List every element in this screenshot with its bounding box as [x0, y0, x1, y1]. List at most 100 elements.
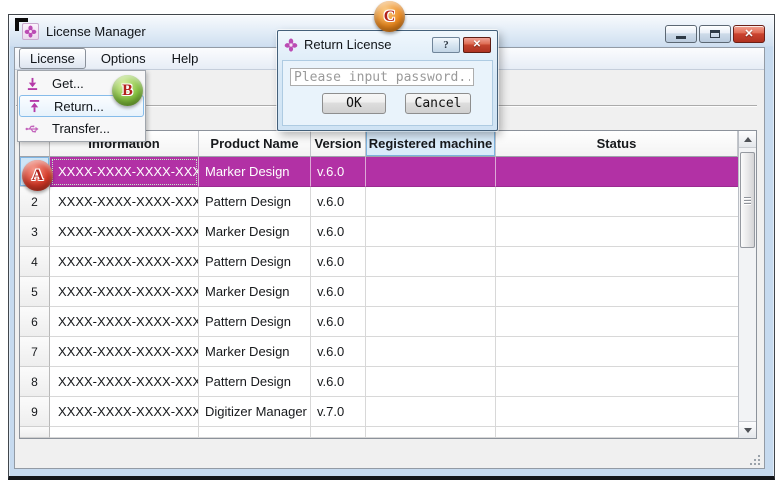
cell-product-name[interactable]: Marker Design: [199, 157, 311, 187]
cell-status[interactable]: [496, 217, 738, 247]
cell-product-name[interactable]: Pattern Design: [199, 247, 311, 277]
ok-button[interactable]: OK: [322, 93, 386, 114]
dialog-title: Return License: [304, 37, 391, 52]
row-header[interactable]: 5: [20, 277, 50, 307]
cell-information[interactable]: XXXX-XXXX-XXXX-XXXX: [50, 337, 199, 367]
window-title: License Manager: [46, 24, 146, 39]
column-header-registered-machine[interactable]: Registered machine: [366, 131, 496, 157]
empty-cell: [366, 427, 496, 438]
cell-registered-machine[interactable]: [366, 277, 496, 307]
row-header[interactable]: 2: [20, 187, 50, 217]
cell-version[interactable]: v.6.0: [311, 157, 366, 187]
arrow-down-icon: [744, 428, 752, 433]
column-header-status[interactable]: Status: [496, 131, 738, 157]
empty-cell: [50, 427, 199, 438]
row-header[interactable]: 6: [20, 307, 50, 337]
cell-registered-machine[interactable]: [366, 217, 496, 247]
corner-mark: [15, 18, 28, 31]
row-header[interactable]: 9: [20, 397, 50, 427]
menu-license[interactable]: License: [19, 48, 86, 69]
cell-product-name[interactable]: Marker Design: [199, 337, 311, 367]
resize-grip[interactable]: [749, 453, 762, 466]
cell-status[interactable]: [496, 277, 738, 307]
maximize-button[interactable]: [699, 25, 731, 43]
password-input[interactable]: [290, 68, 474, 86]
scroll-up-button[interactable]: [739, 131, 756, 148]
scrollbar-thumb[interactable]: [740, 152, 755, 248]
menu-item-label: Return...: [54, 99, 104, 114]
cell-product-name[interactable]: Marker Design: [199, 277, 311, 307]
column-header-product-name[interactable]: Product Name: [199, 131, 311, 157]
menu-options[interactable]: Options: [90, 48, 157, 69]
cell-product-name[interactable]: Digitizer Manager: [199, 397, 311, 427]
cell-version[interactable]: v.7.0: [311, 397, 366, 427]
annotation-badge-a: A: [22, 160, 53, 191]
cell-registered-machine[interactable]: [366, 247, 496, 277]
close-icon: ✕: [473, 40, 481, 50]
cell-information[interactable]: XXXX-XXXX-XXXX-XXXX: [50, 277, 199, 307]
cell-information[interactable]: XXXX-XXXX-XXXX-XXXX: [50, 187, 199, 217]
maximize-icon: [710, 30, 720, 38]
cell-registered-machine[interactable]: [366, 307, 496, 337]
cell-status[interactable]: [496, 337, 738, 367]
cell-version[interactable]: v.6.0: [311, 337, 366, 367]
cell-status[interactable]: [496, 307, 738, 337]
usb-transfer-icon: [23, 123, 41, 135]
cell-version[interactable]: v.6.0: [311, 367, 366, 397]
cell-information[interactable]: XXXX-XXXX-XXXX-XXXX: [50, 367, 199, 397]
empty-cell: [311, 427, 366, 438]
dialog-help-button[interactable]: ?: [432, 37, 460, 53]
column-header-version[interactable]: Version: [311, 131, 366, 157]
row-header[interactable]: 3: [20, 217, 50, 247]
caption-buttons: ✕: [665, 25, 765, 43]
close-button[interactable]: ✕: [733, 25, 765, 43]
cell-status[interactable]: [496, 157, 738, 187]
upload-icon: [25, 100, 43, 113]
cell-status[interactable]: [496, 187, 738, 217]
cell-registered-machine[interactable]: [366, 397, 496, 427]
download-icon: [23, 77, 41, 90]
cell-product-name[interactable]: Pattern Design: [199, 367, 311, 397]
empty-cell: [496, 427, 738, 438]
cell-product-name[interactable]: Pattern Design: [199, 307, 311, 337]
return-license-dialog: Return License ? ✕ OK Cancel: [277, 30, 498, 131]
menu-item-label: Get...: [52, 76, 84, 91]
minimize-button[interactable]: [665, 25, 697, 43]
cell-information[interactable]: XXXX-XXXX-XXXX-XXXX: [50, 247, 199, 277]
row-header[interactable]: 4: [20, 247, 50, 277]
minimize-icon: [676, 36, 686, 39]
cell-status[interactable]: [496, 367, 738, 397]
row-header[interactable]: 7: [20, 337, 50, 367]
dialog-buttons: ? ✕: [432, 37, 491, 53]
cell-registered-machine[interactable]: [366, 337, 496, 367]
license-table: Information Product Name Version Registe…: [19, 130, 757, 439]
row-header[interactable]: 8: [20, 367, 50, 397]
scroll-down-button[interactable]: [739, 421, 756, 438]
cell-information[interactable]: XXXX-XXXX-XXXX-XXXX: [50, 217, 199, 247]
cell-information[interactable]: XXXX-XXXX-XXXX-XXXX: [50, 397, 199, 427]
cell-information[interactable]: XXXX-XXXX-XXXX-XXXX: [50, 307, 199, 337]
empty-cell: [199, 427, 311, 438]
grip-dots-icon: [750, 463, 752, 465]
cell-version[interactable]: v.6.0: [311, 247, 366, 277]
cell-information[interactable]: XXXX-XXXX-XXXX-XXXX: [50, 157, 199, 187]
cell-product-name[interactable]: Pattern Design: [199, 187, 311, 217]
cell-version[interactable]: v.6.0: [311, 217, 366, 247]
cell-version[interactable]: v.6.0: [311, 277, 366, 307]
menu-help[interactable]: Help: [161, 48, 210, 69]
cell-registered-machine[interactable]: [366, 157, 496, 187]
dialog-close-button[interactable]: ✕: [463, 37, 491, 53]
arrow-up-icon: [744, 137, 752, 142]
annotation-badge-c: C: [374, 1, 405, 32]
cancel-button[interactable]: Cancel: [405, 93, 471, 114]
cell-registered-machine[interactable]: [366, 367, 496, 397]
cell-version[interactable]: v.6.0: [311, 307, 366, 337]
menu-item-label: Transfer...: [52, 121, 110, 136]
menu-item-transfer[interactable]: Transfer...: [18, 117, 145, 140]
cell-registered-machine[interactable]: [366, 187, 496, 217]
cell-product-name[interactable]: Marker Design: [199, 217, 311, 247]
cell-version[interactable]: v.6.0: [311, 187, 366, 217]
vertical-scrollbar[interactable]: [738, 131, 756, 438]
cell-status[interactable]: [496, 247, 738, 277]
cell-status[interactable]: [496, 397, 738, 427]
